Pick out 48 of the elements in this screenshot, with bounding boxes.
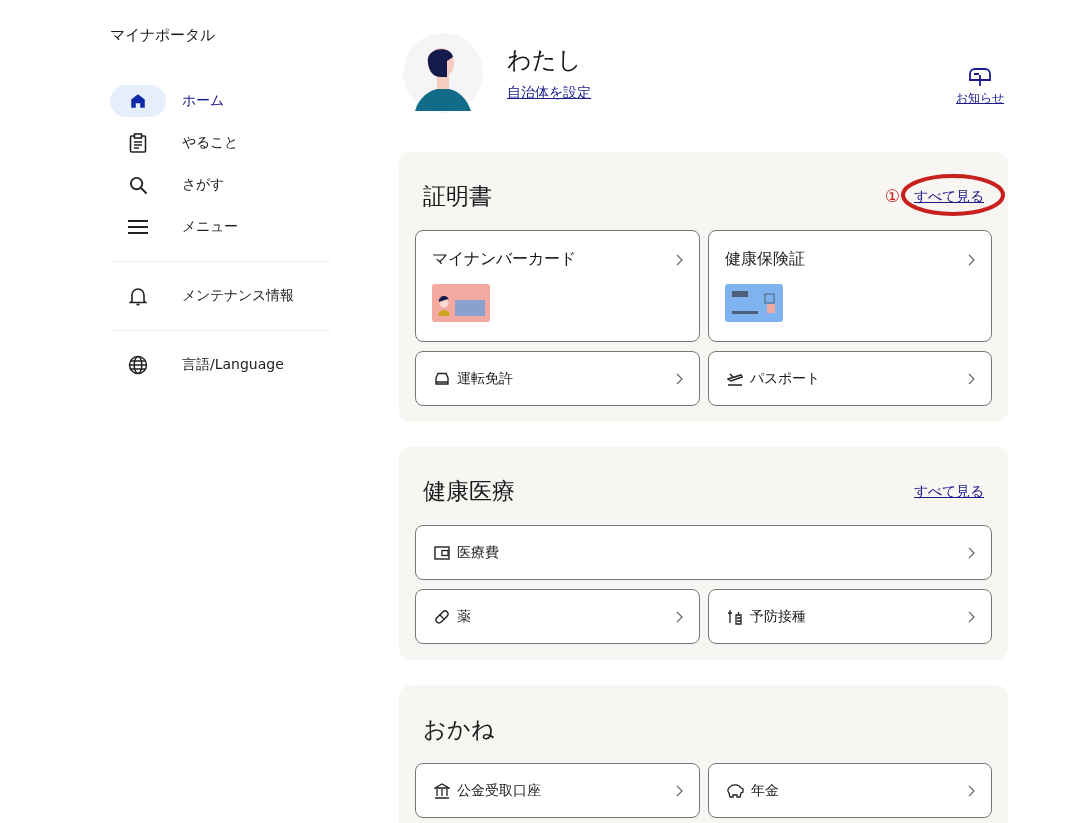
wallet-icon: [434, 545, 450, 560]
menu-card[interactable]: 公金受取口座: [415, 763, 700, 818]
section-title: 健康医療: [423, 476, 515, 506]
chevron-icon: [675, 253, 683, 266]
chevron-icon: [968, 546, 975, 559]
car-icon: [434, 371, 450, 386]
menu-card[interactable]: 運転免許: [415, 351, 700, 406]
menu-card[interactable]: マイナンバーカード: [415, 230, 700, 342]
menu-card[interactable]: 医療費: [415, 525, 992, 580]
airplane-icon: [726, 371, 743, 386]
see-all-link[interactable]: すべて見る: [914, 483, 984, 499]
user-name: わたし: [507, 45, 583, 76]
mailbox-icon: [969, 67, 991, 87]
bell-icon: [129, 286, 147, 306]
section-title: おかね: [423, 714, 495, 744]
chevron-icon: [675, 372, 683, 385]
nav-item[interactable]: メニュー: [110, 211, 331, 243]
chevron-icon: [675, 610, 683, 623]
nav-item[interactable]: さがす: [110, 169, 331, 201]
menu-card[interactable]: パスポート: [707, 351, 992, 406]
menu-icon: [128, 220, 148, 234]
chevron-icon: [968, 253, 975, 266]
home-icon: [129, 92, 147, 110]
menu-card[interactable]: 健康保険証: [707, 230, 992, 342]
section-title: 証明書: [423, 181, 492, 211]
chevron-icon: [968, 610, 975, 623]
nav-item[interactable]: 言語/Language: [110, 330, 331, 381]
vaccine-icon: [726, 608, 743, 625]
chevron-icon: [675, 784, 683, 797]
set-municipality-link[interactable]: 自治体を設定: [507, 84, 591, 100]
bank-icon: [434, 782, 450, 799]
nav-item[interactable]: メンテナンス情報: [110, 261, 331, 312]
id-card-icon: [432, 284, 490, 322]
menu-card[interactable]: 薬: [415, 589, 700, 644]
menu-card[interactable]: 予防接種: [707, 589, 992, 644]
search-icon: [128, 175, 148, 195]
menu-card[interactable]: 年金: [707, 763, 992, 818]
clipboard-icon: [129, 133, 147, 153]
insurance-card-icon: [724, 284, 783, 322]
nav-item[interactable]: ホーム: [110, 85, 331, 117]
nav-item[interactable]: やること: [110, 127, 331, 159]
annotation-number: ①: [884, 186, 900, 206]
chevron-icon: [968, 784, 975, 797]
piggy-bank-icon: [726, 783, 744, 798]
app-title: マイナポータル: [110, 26, 216, 45]
chevron-icon: [968, 372, 975, 385]
globe-icon: [128, 355, 148, 375]
pill-icon: [434, 608, 450, 625]
